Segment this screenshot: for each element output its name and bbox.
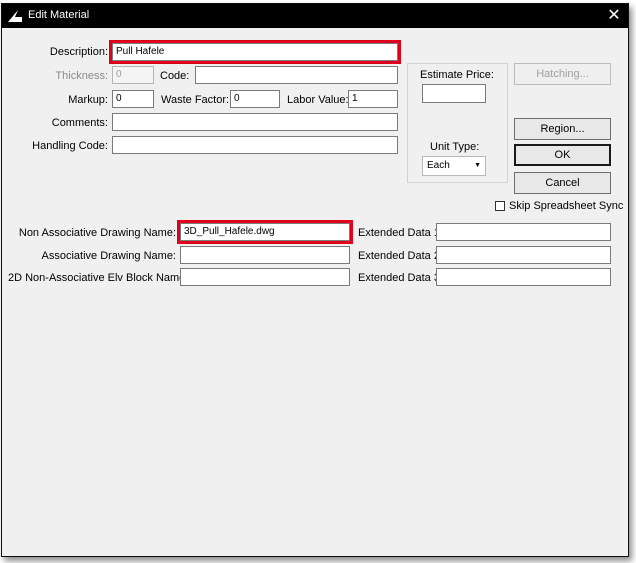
unit-type-value: Each — [427, 160, 450, 171]
app-logo-icon — [6, 8, 24, 24]
skip-sync-checkbox[interactable] — [495, 201, 505, 211]
extended-data-3-label: Extended Data 3 — [358, 272, 440, 284]
skip-sync-label: Skip Spreadsheet Sync — [509, 200, 624, 212]
extended-data-1-input[interactable] — [436, 223, 611, 241]
extended-data-2-label: Extended Data 2 — [358, 250, 440, 262]
handling-code-label: Handling Code: — [32, 140, 108, 152]
elv-block-label: 2D Non-Associative Elv Block Name: — [8, 272, 189, 284]
description-highlight — [109, 40, 401, 64]
ok-button[interactable]: OK — [514, 144, 611, 166]
close-icon[interactable]: ✕ — [606, 7, 622, 25]
labor-value-input[interactable]: 1 — [348, 90, 398, 108]
thickness-label: Thickness: — [55, 70, 108, 82]
estimate-price-label: Estimate Price: — [420, 69, 494, 81]
elv-block-input[interactable] — [180, 268, 350, 286]
code-label: Code: — [160, 70, 190, 82]
assoc-drawing-input[interactable] — [180, 246, 350, 264]
assoc-drawing-label: Associative Drawing Name: — [41, 250, 177, 262]
handling-code-input[interactable] — [112, 136, 398, 154]
region-button[interactable]: Region... — [514, 118, 611, 140]
chevron-down-icon: ▼ — [474, 162, 481, 169]
estimate-price-input[interactable] — [422, 84, 486, 103]
unit-type-select[interactable]: Each ▼ — [422, 156, 486, 176]
comments-input[interactable] — [112, 113, 398, 131]
non-assoc-drawing-label: Non Associative Drawing Name: — [18, 227, 176, 239]
thickness-input[interactable]: 0 — [112, 66, 154, 84]
waste-factor-input[interactable]: 0 — [230, 90, 280, 108]
edit-material-dialog: Edit Material ✕ Description: Pull Hafele… — [1, 3, 629, 557]
comments-label: Comments: — [51, 117, 108, 129]
cancel-button[interactable]: Cancel — [514, 172, 611, 194]
markup-input[interactable]: 0 — [112, 90, 154, 108]
extended-data-1-label: Extended Data 1 — [358, 227, 440, 239]
non-assoc-drawing-highlight — [177, 220, 353, 244]
labor-value-label: Labor Value: — [287, 94, 349, 106]
markup-label: Markup: — [68, 94, 108, 106]
extended-data-3-input[interactable] — [436, 268, 611, 286]
code-input[interactable] — [195, 66, 398, 84]
hatching-button[interactable]: Hatching... — [514, 63, 611, 85]
description-label: Description: — [49, 46, 108, 58]
title-bar[interactable]: Edit Material ✕ — [2, 4, 628, 28]
window-title: Edit Material — [28, 9, 90, 21]
unit-type-label: Unit Type: — [430, 141, 480, 153]
extended-data-2-input[interactable] — [436, 246, 611, 264]
waste-factor-label: Waste Factor: — [161, 94, 230, 106]
